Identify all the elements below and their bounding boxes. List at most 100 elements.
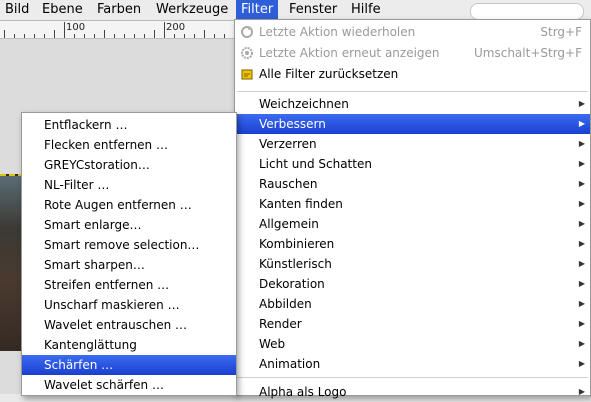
submenu-label: Alpha als Logo (259, 385, 347, 399)
ruler-tick (104, 30, 105, 38)
submenu-kuenstlerisch[interactable]: Künstlerisch ▶ (235, 254, 590, 274)
submenu-web[interactable]: Web ▶ (235, 334, 590, 354)
ruler-tick (54, 30, 55, 38)
submenu-label: Licht und Schatten (259, 157, 372, 171)
menu-item-wavelet-entrauschen[interactable]: Wavelet entrauschen … (22, 315, 236, 335)
menu-item-label: Letzte Aktion wiederholen (259, 25, 416, 39)
menu-item-streifen-entfernen[interactable]: Streifen entfernen … (22, 275, 236, 295)
submenu-label: Render (259, 317, 302, 331)
menu-item-rote-augen-entfernen[interactable]: Rote Augen entfernen … (22, 195, 236, 215)
menu-farben-label: Farben (97, 2, 142, 17)
menu-farben[interactable]: Farben (92, 0, 146, 20)
menu-item-schaerfen[interactable]: Schärfen … (22, 355, 236, 375)
submenu-label: Allgemein (259, 217, 319, 231)
menu-item-label: Smart sharpen… (44, 258, 145, 272)
ruler-tick (4, 30, 5, 38)
menu-item-greycstoration[interactable]: GREYCstoration… (22, 155, 236, 175)
menu-item-flecken-entfernen[interactable]: Flecken entfernen … (22, 135, 236, 155)
verbessern-submenu: Entflackern … Flecken entfernen … GREYCs… (21, 112, 237, 396)
menu-item-label: Alle Filter zurücksetzen (259, 67, 399, 81)
filter-menu: Letzte Aktion wiederholen Strg+F Letzte … (234, 19, 591, 399)
ruler-tick (144, 34, 145, 38)
shortcut-label: Strg+F (540, 25, 582, 39)
submenu-label: Animation (259, 357, 321, 371)
ruler-tick (224, 34, 225, 38)
menu-item-label: Streifen entfernen … (44, 278, 170, 292)
shortcut-label: Umschalt+Strg+F (474, 46, 582, 60)
submenu-verbessern[interactable]: Verbessern ▶ (235, 114, 590, 134)
ruler-tick (154, 30, 155, 38)
ruler-tick (84, 34, 85, 38)
ruler-tick (44, 34, 45, 38)
menu-hilfe-label: Hilfe (351, 2, 381, 17)
submenu-arrow-icon: ▶ (578, 119, 585, 128)
submenu-verzerren[interactable]: Verzerren ▶ (235, 134, 590, 154)
menu-item-smart-remove-selection[interactable]: Smart remove selection… (22, 235, 236, 255)
ruler-label-200: 200 (166, 22, 186, 33)
menu-item-label: Smart enlarge… (44, 218, 142, 232)
ruler-tick (164, 34, 165, 38)
menu-item-smart-enlarge[interactable]: Smart enlarge… (22, 215, 236, 235)
submenu-label: Web (259, 337, 286, 351)
submenu-allgemein[interactable]: Allgemein ▶ (235, 214, 590, 234)
submenu-arrow-icon: ▶ (578, 359, 585, 368)
ruler-tick (74, 34, 75, 38)
submenu-arrow-icon: ▶ (578, 159, 585, 168)
submenu-weichzeichnen[interactable]: Weichzeichnen ▶ (235, 94, 590, 114)
submenu-rauschen[interactable]: Rauschen ▶ (235, 174, 590, 194)
ruler-tick (64, 34, 65, 38)
menu-item-label: Wavelet entrauschen … (44, 318, 188, 332)
submenu-arrow-icon: ▶ (578, 279, 585, 288)
submenu-kombinieren[interactable]: Kombinieren ▶ (235, 234, 590, 254)
submenu-kanten-finden[interactable]: Kanten finden ▶ (235, 194, 590, 214)
submenu-abbilden[interactable]: Abbilden ▶ (235, 294, 590, 314)
ruler-tick (114, 34, 115, 38)
menu-filter-label: Filter (241, 2, 274, 17)
menu-item-smart-sharpen[interactable]: Smart sharpen… (22, 255, 236, 275)
menubar: Bild Ebene Farben Werkzeuge Filter Fenst… (0, 0, 591, 21)
menu-item-label: Smart remove selection… (44, 238, 200, 252)
menu-bild[interactable]: Bild (0, 0, 34, 20)
ruler-tick (24, 34, 25, 38)
menu-item-repeat-last[interactable]: Letzte Aktion wiederholen Strg+F (235, 22, 590, 42)
submenu-animation[interactable]: Animation ▶ (235, 354, 590, 374)
menu-item-label: Entflackern … (44, 118, 128, 132)
search-field[interactable] (470, 3, 584, 20)
ruler-tick (14, 34, 15, 38)
menu-item-label: NL-Filter … (44, 178, 110, 192)
ruler-tick (204, 30, 205, 38)
menu-item-label: GREYCstoration… (44, 158, 150, 172)
submenu-render[interactable]: Render ▶ (235, 314, 590, 334)
menu-item-wavelet-schaerfen[interactable]: Wavelet schärfen … (22, 375, 236, 395)
menu-item-reset-all-filters[interactable]: Alle Filter zurücksetzen (235, 64, 590, 84)
menu-item-label: Letzte Aktion erneut anzeigen (259, 46, 440, 60)
menu-item-nl-filter[interactable]: NL-Filter … (22, 175, 236, 195)
submenu-arrow-icon: ▶ (578, 99, 585, 108)
submenu-label: Weichzeichnen (259, 97, 349, 111)
reshow-icon (241, 47, 253, 59)
submenu-arrow-icon: ▶ (578, 199, 585, 208)
menu-fenster[interactable]: Fenster (284, 0, 342, 20)
menu-werkzeuge[interactable]: Werkzeuge (151, 0, 233, 20)
submenu-arrow-icon: ▶ (578, 387, 585, 396)
menu-item-reshow-last[interactable]: Letzte Aktion erneut anzeigen Umschalt+S… (235, 43, 590, 63)
ruler-tick (34, 34, 35, 38)
ruler-label-100: 100 (66, 22, 86, 33)
menu-separator (237, 377, 588, 378)
ruler-tick (194, 34, 195, 38)
submenu-arrow-icon: ▶ (578, 259, 585, 268)
submenu-arrow-icon: ▶ (578, 139, 585, 148)
submenu-arrow-icon: ▶ (578, 299, 585, 308)
menu-item-label: Schärfen … (44, 358, 114, 372)
menu-item-unscharf-maskieren[interactable]: Unscharf maskieren … (22, 295, 236, 315)
submenu-dekoration[interactable]: Dekoration ▶ (235, 274, 590, 294)
menu-filter[interactable]: Filter (236, 0, 279, 20)
submenu-licht-und-schatten[interactable]: Licht und Schatten ▶ (235, 154, 590, 174)
menu-werkzeuge-label: Werkzeuge (156, 2, 229, 17)
submenu-alpha-als-logo[interactable]: Alpha als Logo ▶ (235, 382, 590, 402)
reset-icon (241, 69, 253, 80)
menu-hilfe[interactable]: Hilfe (346, 0, 386, 20)
menu-item-entflackern[interactable]: Entflackern … (22, 115, 236, 135)
menu-ebene[interactable]: Ebene (37, 0, 88, 20)
menu-item-kantenglaettung[interactable]: Kantenglättung (22, 335, 236, 355)
